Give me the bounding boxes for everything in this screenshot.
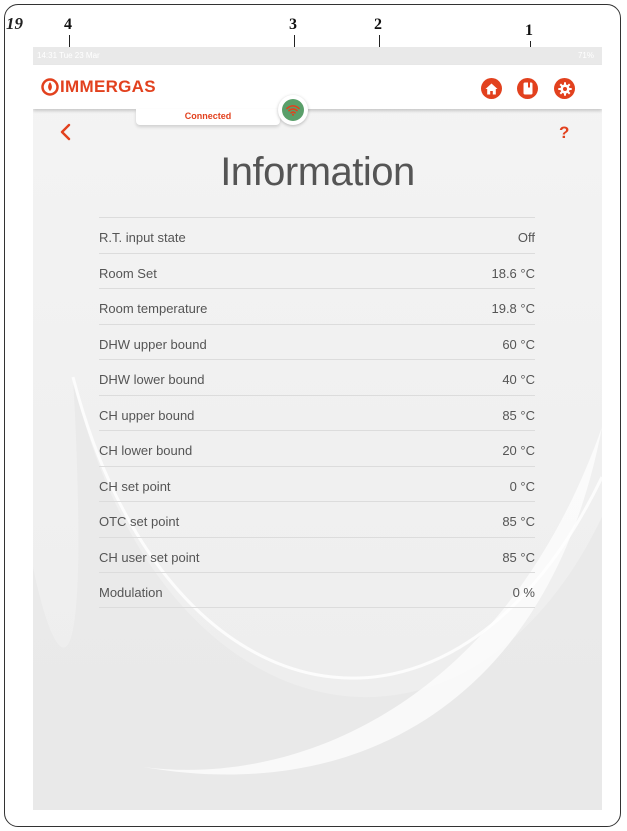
table-row: CH lower bound 20 °C <box>99 430 535 466</box>
information-table: R.T. input state Off Room Set 18.6 °C Room t… <box>99 217 535 608</box>
row-value: 18.6 °C <box>491 265 535 281</box>
table-row: R.T. input state Off <box>99 217 535 253</box>
app-screen: 14:31 Tue 23 Mar 71% IMMERGAS Connected … <box>33 47 602 810</box>
help-button[interactable]: ? <box>559 123 569 143</box>
connection-wifi-button[interactable] <box>278 95 308 125</box>
row-value: 0 °C <box>509 478 535 494</box>
row-label: Room Set <box>99 265 157 281</box>
table-row: DHW lower bound 40 °C <box>99 359 535 395</box>
row-value: 85 °C <box>502 514 535 529</box>
callout-2: 2 <box>374 16 382 33</box>
back-button[interactable] <box>59 123 73 141</box>
manual-button[interactable] <box>517 78 538 99</box>
callout-1: 1 <box>525 22 533 39</box>
row-value: 85 °C <box>502 549 535 565</box>
table-row: CH set point 0 °C <box>99 465 535 502</box>
page-title: Information <box>220 150 415 194</box>
settings-icon <box>557 81 572 96</box>
wifi-icon <box>286 105 300 116</box>
figure-number: 19 <box>6 14 23 33</box>
home-icon <box>485 83 498 94</box>
connection-status-label: Connected <box>184 111 232 121</box>
row-label: OTC set point <box>99 514 180 529</box>
immergas-logo: IMMERGAS <box>41 77 156 97</box>
row-value: 85 °C <box>502 407 535 423</box>
chevron-left-icon <box>60 123 71 141</box>
row-label: CH user set point <box>99 549 200 565</box>
status-bar: 14:31 Tue 23 Mar 71% <box>33 47 602 65</box>
table-row: OTC set point 85 °C <box>99 501 535 537</box>
row-value: 20 °C <box>502 443 535 458</box>
row-label: R.T. input state <box>99 230 186 245</box>
row-value: 0 % <box>512 585 535 600</box>
table-row: Modulation 0 % <box>99 572 535 608</box>
row-value: 19.8 °C <box>491 301 535 316</box>
table-row: CH user set point 85 °C <box>99 536 535 573</box>
row-value: Off <box>517 230 535 245</box>
status-battery: 71% <box>577 51 594 60</box>
callout-4: 4 <box>64 16 72 33</box>
row-label: DHW upper bound <box>99 336 207 352</box>
callout-3: 3 <box>289 16 297 33</box>
row-value: 40 °C <box>502 372 535 387</box>
immergas-logo-mark <box>41 78 59 96</box>
table-row: Room temperature 19.8 °C <box>99 288 535 324</box>
table-row: CH upper bound 85 °C <box>99 394 535 431</box>
table-row: Room Set 18.6 °C <box>99 252 535 289</box>
connection-status-tab: Connected <box>136 109 280 125</box>
row-label: CH lower bound <box>99 443 193 458</box>
row-label: DHW lower bound <box>99 372 205 387</box>
row-label: Room temperature <box>99 301 208 316</box>
row-value: 60 °C <box>502 336 535 352</box>
settings-button[interactable] <box>554 78 575 99</box>
app-header: IMMERGAS <box>33 65 602 109</box>
row-label: CH upper bound <box>99 407 195 423</box>
home-button[interactable] <box>481 78 502 99</box>
logo-text: IMMERGAS <box>60 77 156 96</box>
table-row: DHW upper bound 60 °C <box>99 323 535 360</box>
wifi-status-indicator <box>282 99 304 121</box>
status-time: 14:31 Tue 23 Mar <box>37 51 100 60</box>
manual-icon <box>523 82 532 95</box>
row-label: Modulation <box>99 585 163 600</box>
row-label: CH set point <box>99 478 171 494</box>
